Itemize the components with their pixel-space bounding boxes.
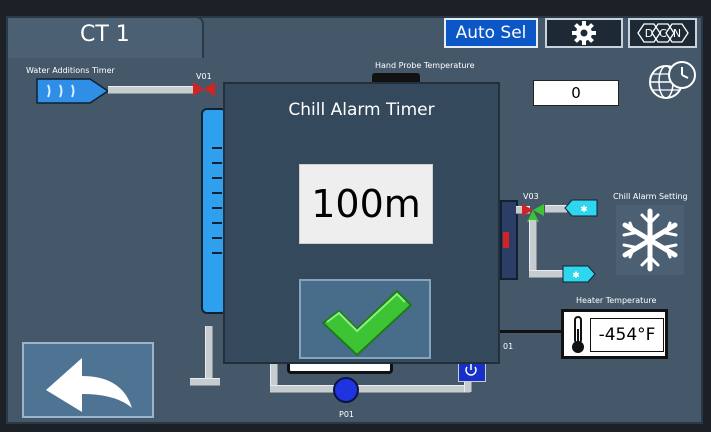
- chill-alarm-setting-button[interactable]: [616, 205, 684, 275]
- coolant-in-arrow-icon: ✱: [562, 265, 596, 283]
- hand-probe-label: Hand Probe Temperature: [375, 61, 475, 70]
- svg-text:✱: ✱: [580, 205, 588, 215]
- dcn-logo-icon: D C N: [636, 23, 689, 43]
- gear-icon: [572, 21, 596, 45]
- drain-pipe-base: [190, 378, 220, 386]
- settings-button[interactable]: [545, 18, 623, 48]
- logo-button[interactable]: D C N: [628, 18, 697, 48]
- cooling-pipe-bottom: [529, 270, 565, 278]
- heat-exchanger-indicator: [503, 232, 509, 248]
- page-title: CT 1: [80, 22, 130, 47]
- hmi-screen: CT 1 Auto Sel D C N Water Additions Time…: [0, 0, 711, 432]
- back-button[interactable]: [22, 342, 154, 418]
- heater-temp-value-box: -454°F: [590, 318, 664, 352]
- back-arrow-icon: [46, 358, 132, 412]
- chill-alarm-setting-label: Chill Alarm Setting: [613, 192, 688, 201]
- water-additions-label: Water Additions Timer: [26, 66, 115, 75]
- tank-level-gauge: [212, 134, 222, 254]
- drain-pipe: [205, 326, 213, 380]
- svg-text:✱: ✱: [572, 271, 580, 281]
- pump-p01-label: P01: [339, 410, 355, 419]
- valve-v01-label: V01: [196, 72, 212, 81]
- pump-p01-icon[interactable]: [332, 376, 360, 404]
- svg-text:C: C: [659, 27, 667, 40]
- cooling-pipe-down: [529, 220, 537, 274]
- globe-clock-icon[interactable]: [646, 60, 698, 100]
- timer-value: 100m: [311, 182, 421, 226]
- counter-readout[interactable]: 0: [533, 80, 619, 106]
- partial-label: 01: [503, 342, 514, 351]
- auto-sel-label: Auto Sel: [455, 23, 527, 43]
- counter-value: 0: [571, 84, 581, 102]
- timer-value-field[interactable]: 100m: [299, 164, 433, 244]
- coolant-out-arrow-icon: ✱: [564, 199, 598, 217]
- heater-temp-value: -454°F: [598, 325, 656, 345]
- auto-sel-button[interactable]: Auto Sel: [444, 18, 538, 48]
- svg-text:N: N: [672, 27, 680, 40]
- confirm-button[interactable]: [299, 279, 431, 359]
- svg-text:D: D: [644, 27, 652, 40]
- thermometer-icon: [572, 316, 584, 353]
- heater-temp-label: Heater Temperature: [576, 296, 657, 305]
- checkmark-icon: [321, 289, 413, 357]
- water-additions-button[interactable]: [36, 78, 110, 104]
- loop-pipe-bottom: [270, 385, 470, 393]
- snowflake-icon: [622, 208, 678, 272]
- heater-temp-readout[interactable]: -454°F: [561, 309, 668, 359]
- heater-wire: [500, 330, 562, 333]
- water-pipe: [108, 86, 194, 94]
- valve-v01-icon[interactable]: [193, 82, 215, 96]
- chill-alarm-timer-dialog: Chill Alarm Timer 100m: [223, 82, 500, 364]
- dialog-title: Chill Alarm Timer: [288, 100, 435, 120]
